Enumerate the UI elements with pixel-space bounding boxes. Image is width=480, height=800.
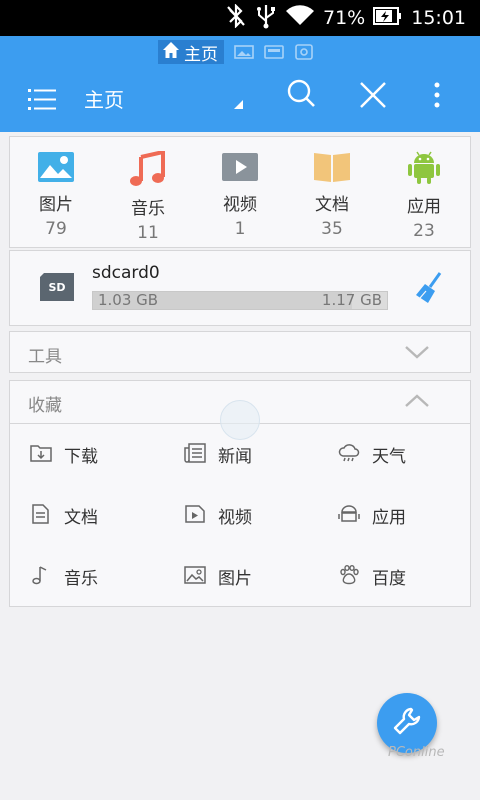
favorite-label: 文档 [64,508,98,528]
category-count: 35 [321,219,343,239]
tab-home[interactable]: 主页 [158,40,224,65]
storage-total: 1.17 GB [321,291,382,309]
bluetooth-off-icon [225,2,247,33]
category-count: 11 [137,223,159,243]
category-apps[interactable]: 应用 23 [378,137,470,247]
search-icon[interactable] [286,78,318,116]
category-label: 图片 [39,195,73,215]
favorite-label: 视频 [218,508,252,528]
music-icon [129,149,167,191]
menu-icon[interactable] [28,86,56,116]
weather-icon [338,443,360,467]
favorites-grid: 下载 新闻 天气 文档 视频 应用 音乐 图片 百度 [10,424,470,607]
favorite-label: 天气 [372,447,406,467]
chevron-down-icon[interactable] [404,344,430,364]
favorite-label: 应用 [372,508,406,528]
more-vertical-icon[interactable] [432,78,442,116]
tab-home-label: 主页 [184,44,218,65]
category-panel: 图片 79 音乐 11 视频 1 文档 35 应用 23 [9,136,471,248]
sd-tab-icon[interactable] [264,44,284,60]
category-label: 应用 [407,197,441,217]
home-icon [162,41,180,64]
sd-card-icon: SD [38,271,76,307]
status-bar: 71% 15:01 [0,0,480,36]
music-icon [30,565,52,589]
category-count: 1 [234,219,246,239]
close-icon[interactable] [358,78,388,116]
watermark: PConline [388,745,445,760]
storage-name: sdcard0 [92,263,160,283]
favorite-label: 音乐 [64,569,98,589]
battery-charging-icon [373,6,403,31]
broom-clean-icon[interactable] [414,271,444,309]
category-videos[interactable]: 视频 1 [194,137,286,247]
usb-icon [255,3,277,34]
document-icon [30,503,52,528]
baidu-paw-icon [338,564,360,589]
image-tab-icon[interactable] [234,44,254,60]
storage-card-sdcard0[interactable]: SD sdcard0 1.03 GB 1.17 GB [9,250,471,326]
favorite-weather[interactable]: 天气 [318,424,470,485]
category-count: 23 [413,221,435,241]
battery-percent: 71% [323,7,366,29]
favorite-label: 图片 [218,569,252,589]
download-folder-icon [30,443,52,467]
touch-ripple [220,400,260,440]
category-count: 79 [45,219,67,239]
category-label: 视频 [223,195,257,215]
image-icon [37,151,75,187]
window-tabs: 主页 [158,40,314,65]
app-bar: 主页 主页 [0,36,480,132]
android-icon [407,151,441,189]
tools-section-header[interactable]: 工具 [9,331,471,373]
category-images[interactable]: 图片 79 [10,137,102,247]
news-icon [184,442,206,467]
favorite-apps[interactable]: 应用 [318,485,470,546]
favorite-download[interactable]: 下载 [10,424,164,485]
category-label: 音乐 [131,199,165,219]
category-music[interactable]: 音乐 11 [102,137,194,247]
video-icon [221,151,259,187]
favorite-music[interactable]: 音乐 [10,546,164,607]
sd-label: SD [48,281,65,294]
favorite-label: 下载 [64,447,98,467]
document-icon [313,151,351,187]
favorite-label: 百度 [372,569,406,589]
favorite-documents[interactable]: 文档 [10,485,164,546]
page-title: 主页 [84,88,124,112]
storage-used: 1.03 GB [98,291,159,309]
favorite-label: 新闻 [218,447,252,467]
remote-tab-icon[interactable] [294,44,314,60]
favorite-videos[interactable]: 视频 [164,485,318,546]
favorites-title: 收藏 [28,396,62,416]
clock: 15:01 [411,7,466,29]
wrench-icon [393,707,421,739]
toolbar: 主页 [0,70,480,126]
image-icon [184,565,206,589]
tools-title: 工具 [28,347,62,367]
chevron-up-icon[interactable] [404,393,430,413]
category-label: 文档 [315,195,349,215]
favorite-images[interactable]: 图片 [164,546,318,607]
category-documents[interactable]: 文档 35 [286,137,378,247]
video-file-icon [184,504,206,528]
tools-fab-button[interactable] [377,693,437,753]
path-dropdown-caret[interactable] [234,100,243,109]
wifi-icon [285,4,315,32]
app-icon [338,504,360,528]
favorite-baidu[interactable]: 百度 [318,546,470,607]
